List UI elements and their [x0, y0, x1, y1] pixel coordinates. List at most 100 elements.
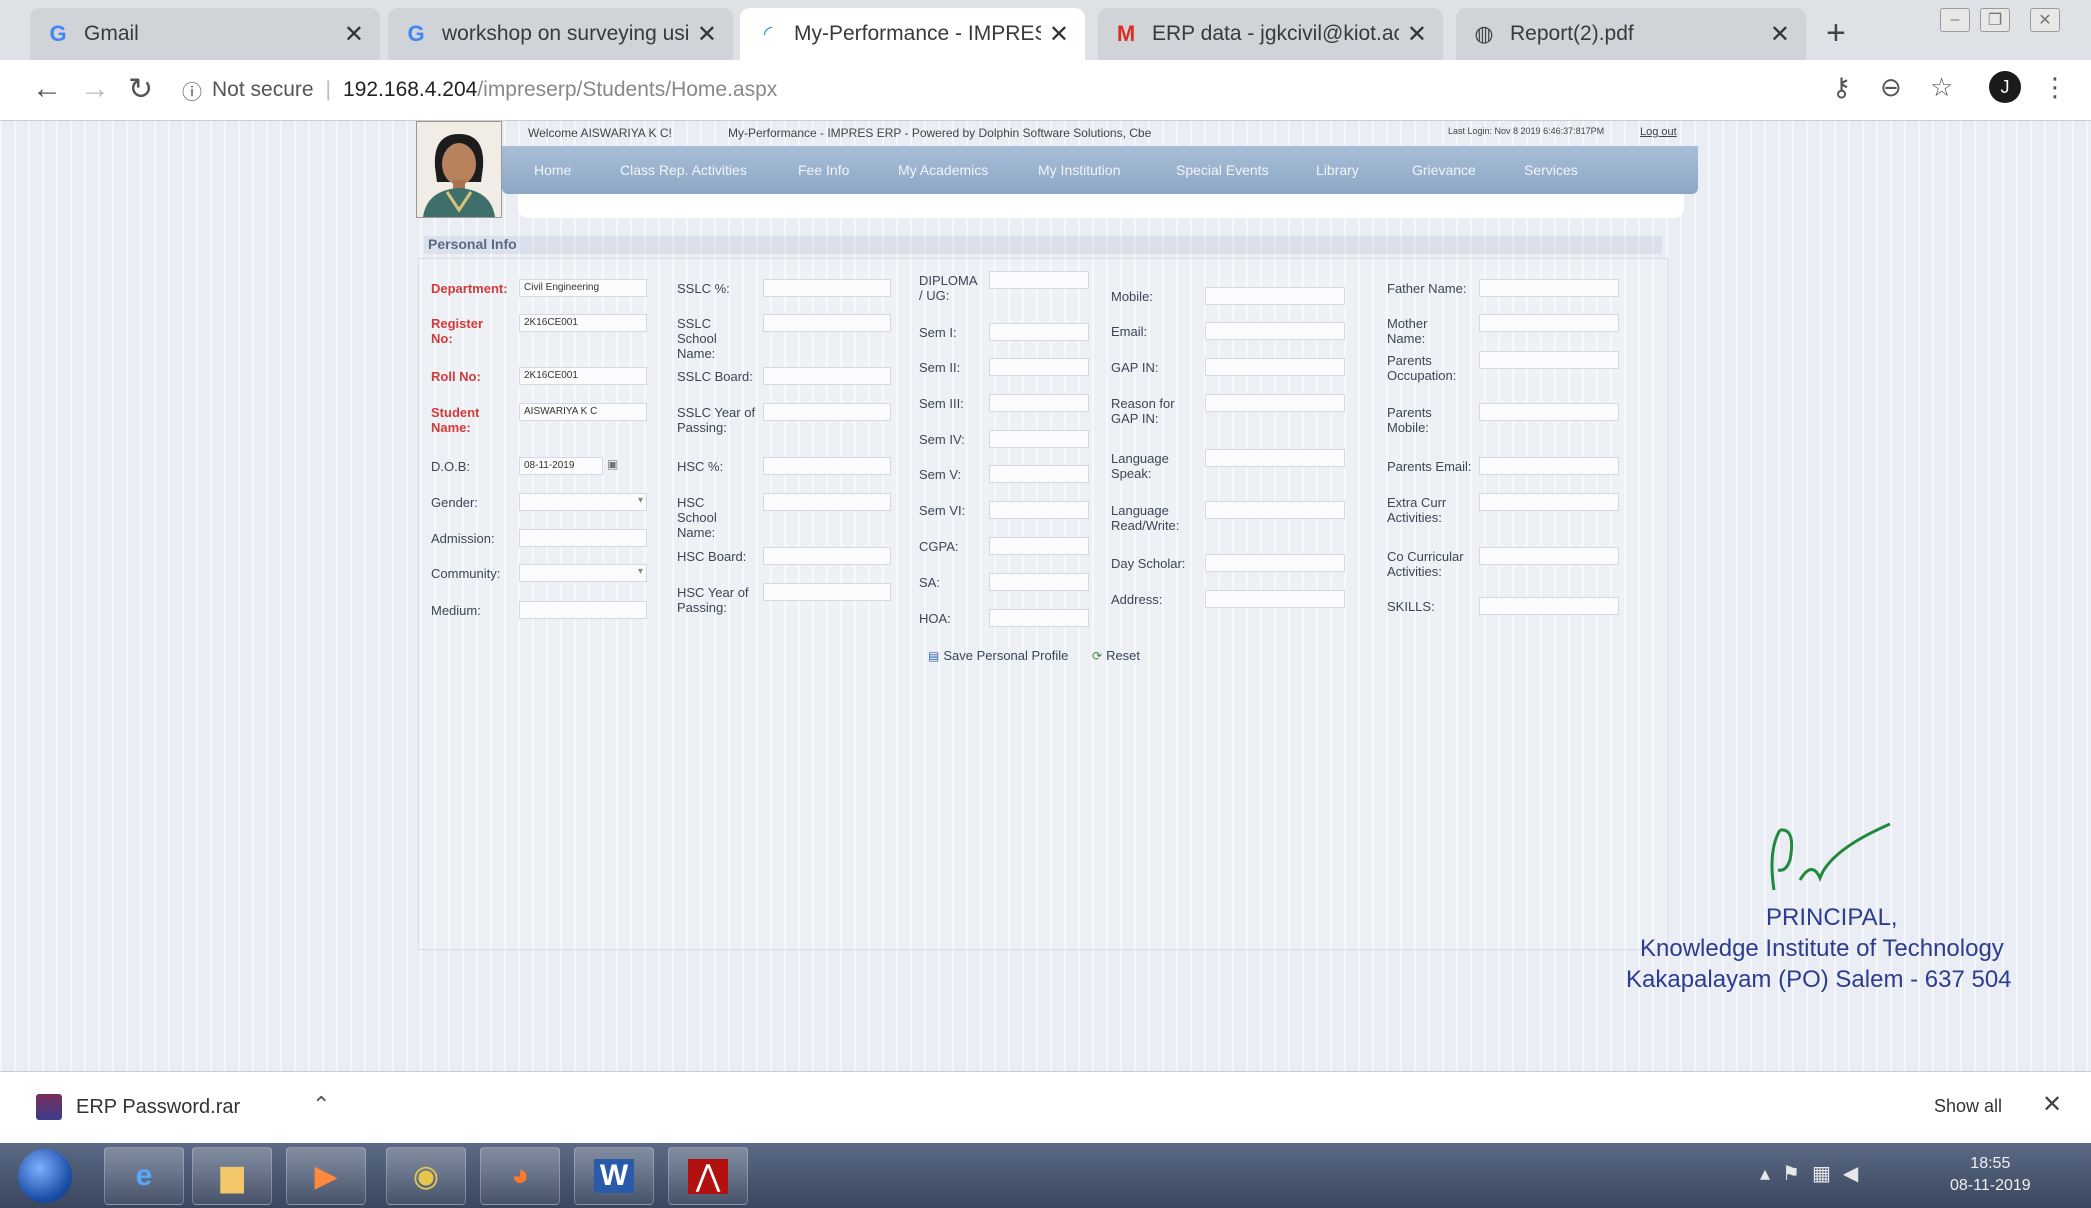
admission-field[interactable] — [519, 529, 647, 547]
key-icon[interactable]: ⚷ — [1832, 72, 1851, 103]
language-speak-field[interactable] — [1205, 449, 1345, 467]
department-field[interactable]: Civil Engineering — [519, 279, 647, 297]
student-name-field[interactable]: AISWARIYA K C — [519, 403, 647, 421]
day-scholar-field[interactable] — [1205, 554, 1345, 572]
menu-dots-icon[interactable]: ⋮ — [2042, 72, 2068, 103]
principal-signature — [1770, 822, 1891, 891]
sem2-field[interactable] — [989, 358, 1089, 376]
forward-icon[interactable]: → — [80, 72, 110, 106]
sem6-field[interactable] — [989, 501, 1089, 519]
chrome-icon[interactable]: ◉ — [386, 1147, 466, 1205]
sem1-field[interactable] — [989, 323, 1089, 341]
restore-window-icon[interactable]: ❐ — [1980, 8, 2010, 32]
start-button[interactable] — [18, 1149, 72, 1203]
sem4-field[interactable] — [989, 430, 1089, 448]
nav-library[interactable]: Library — [1316, 162, 1359, 178]
sslc-year-field[interactable] — [763, 403, 891, 421]
close-tab-icon[interactable]: ✕ — [1407, 20, 1427, 49]
media-player-icon[interactable]: ▶ — [286, 1147, 366, 1205]
nav-special-events[interactable]: Special Events — [1176, 162, 1269, 178]
language-rw-field[interactable] — [1205, 501, 1345, 519]
sa-field[interactable] — [989, 573, 1089, 591]
reload-icon[interactable]: ↻ — [128, 72, 153, 107]
roll-no-field[interactable]: 2K16CE001 — [519, 367, 647, 385]
nav-grievance[interactable]: Grievance — [1412, 162, 1476, 178]
nav-my-academics[interactable]: My Academics — [898, 162, 988, 178]
back-icon[interactable]: ← — [32, 72, 62, 106]
download-item[interactable]: ERP Password.rar — [36, 1094, 240, 1120]
hsc-board-label: HSC Board: — [677, 549, 747, 564]
new-tab-icon[interactable]: + — [1826, 14, 1846, 53]
profile-avatar[interactable]: J — [1989, 71, 2021, 103]
calendar-icon[interactable]: ▣ — [607, 457, 618, 471]
co-curricular-field[interactable] — [1479, 547, 1619, 565]
nav-services[interactable]: Services — [1524, 162, 1578, 178]
logout-link[interactable]: Log out — [1640, 126, 1677, 138]
nav-my-institution[interactable]: My Institution — [1038, 162, 1120, 178]
dob-field[interactable]: 08-11-2019 — [519, 457, 603, 475]
internet-explorer-icon[interactable]: e — [104, 1147, 184, 1205]
register-no-field[interactable]: 2K16CE001 — [519, 314, 647, 332]
sem5-field[interactable] — [989, 465, 1089, 483]
gap-in-field[interactable] — [1205, 358, 1345, 376]
hsc-year-field[interactable] — [763, 583, 891, 601]
save-profile-button[interactable]: ▤ Save Personal Profile — [928, 648, 1068, 663]
nav-fee-info[interactable]: Fee Info — [798, 162, 849, 178]
close-tab-icon[interactable]: ✕ — [697, 20, 717, 49]
word-icon[interactable]: W — [574, 1147, 654, 1205]
close-tab-icon[interactable]: ✕ — [1770, 20, 1790, 49]
info-icon[interactable]: ⓘ — [182, 76, 202, 105]
firefox-icon[interactable]: ◕ — [480, 1147, 560, 1205]
minimize-window-icon[interactable]: – — [1940, 8, 1970, 32]
acrobat-icon[interactable]: ⋀ — [668, 1147, 748, 1205]
tab-gmail[interactable]: G Gmail ✕ — [30, 8, 380, 60]
close-icon[interactable]: ✕ — [2042, 1090, 2062, 1119]
reason-gap-field[interactable] — [1205, 394, 1345, 412]
reset-button[interactable]: ⟳ Reset — [1092, 648, 1140, 663]
clock[interactable]: 18:55 08-11-2019 — [1950, 1153, 2031, 1197]
tab-erp-data[interactable]: M ERP data - jgkcivil@kiot.ac.in - ✕ — [1098, 8, 1443, 60]
community-select[interactable]: ▾ — [519, 564, 647, 582]
extra-curr-field[interactable] — [1479, 493, 1619, 511]
zoom-icon[interactable]: ⊖ — [1880, 72, 1902, 103]
chevron-up-icon[interactable]: ⌃ — [312, 1092, 330, 1118]
tab-title: Gmail — [84, 22, 139, 45]
email-field[interactable] — [1205, 322, 1345, 340]
show-all-button[interactable]: Show all — [1934, 1096, 2002, 1117]
sslc-pct-field[interactable] — [763, 279, 891, 297]
nav-home[interactable]: Home — [534, 162, 571, 178]
parents-email-field[interactable] — [1479, 457, 1619, 475]
hoa-field[interactable] — [989, 609, 1089, 627]
sem3-field[interactable] — [989, 394, 1089, 412]
parents-occupation-field[interactable] — [1479, 351, 1619, 369]
address-field[interactable] — [1205, 590, 1345, 608]
close-window-icon[interactable]: ✕ — [2030, 8, 2060, 32]
mobile-field[interactable] — [1205, 287, 1345, 305]
file-explorer-icon[interactable]: ▆ — [192, 1147, 272, 1205]
tab-my-performance[interactable]: ◜ My-Performance - IMPRES ERP ✕ — [740, 8, 1085, 60]
gender-select[interactable]: ▾ — [519, 493, 647, 511]
medium-field[interactable] — [519, 601, 647, 619]
tray-expand-icon[interactable]: ▴ — [1760, 1163, 1782, 1185]
url-field[interactable]: ⓘ Not secure | 192.168.4.204 /impreserp/… — [182, 70, 1822, 110]
hsc-pct-field[interactable] — [763, 457, 891, 475]
close-tab-icon[interactable]: ✕ — [1049, 20, 1069, 49]
action-center-icon[interactable]: ⚑ — [1782, 1163, 1812, 1185]
bookmark-star-icon[interactable]: ☆ — [1930, 72, 1953, 103]
nav-class-rep-activities[interactable]: Class Rep. Activities — [620, 162, 747, 178]
diploma-field[interactable] — [989, 271, 1089, 289]
sslc-board-field[interactable] — [763, 367, 891, 385]
sslc-school-field[interactable] — [763, 314, 891, 332]
hsc-board-field[interactable] — [763, 547, 891, 565]
hsc-school-field[interactable] — [763, 493, 891, 511]
mother-name-field[interactable] — [1479, 314, 1619, 332]
skills-field[interactable] — [1479, 597, 1619, 615]
father-name-field[interactable] — [1479, 279, 1619, 297]
close-tab-icon[interactable]: ✕ — [344, 20, 364, 49]
volume-icon[interactable]: ◀ — [1843, 1163, 1870, 1185]
network-icon[interactable]: ▦ — [1812, 1163, 1843, 1185]
tab-report-pdf[interactable]: ◍ Report(2).pdf ✕ — [1456, 8, 1806, 60]
tab-workshop[interactable]: G workshop on surveying using g ✕ — [388, 8, 733, 60]
parents-mobile-field[interactable] — [1479, 403, 1619, 421]
cgpa-field[interactable] — [989, 537, 1089, 555]
